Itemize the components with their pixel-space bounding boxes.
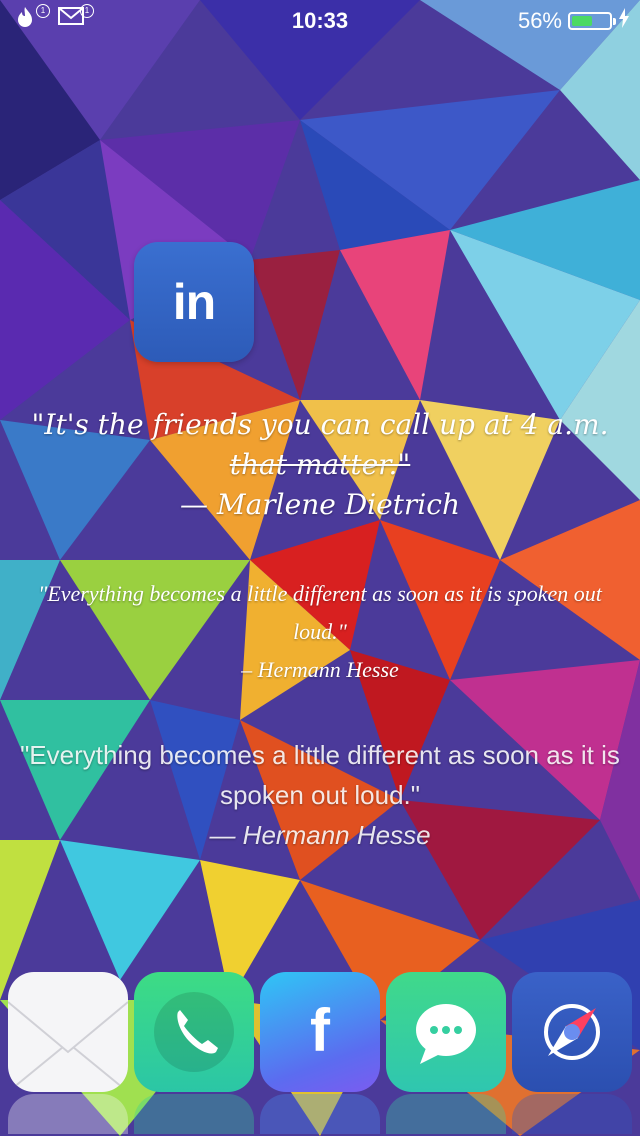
facebook-f-icon: f bbox=[310, 997, 330, 1064]
status-bar: 1 1 10:33 56% bbox=[0, 0, 640, 40]
quote-2-text: "Everything becomes a little different a… bbox=[38, 581, 602, 644]
facebook-app-icon[interactable]: f bbox=[260, 972, 380, 1092]
dock-reflection bbox=[386, 1094, 506, 1134]
messages-app-icon[interactable] bbox=[386, 972, 506, 1092]
status-right: 56% bbox=[518, 8, 630, 34]
phone-icon bbox=[154, 992, 234, 1072]
quote-widget-1: "It's the friends you can call up at 4 a… bbox=[0, 405, 640, 525]
quote-3-author: — Hermann Hesse bbox=[209, 820, 431, 850]
mail-app-icon[interactable] bbox=[8, 972, 128, 1092]
battery-percent: 56% bbox=[517, 8, 562, 33]
battery-icon bbox=[568, 12, 616, 30]
linkedin-app-icon[interactable]: in bbox=[134, 242, 254, 362]
dock-reflection bbox=[134, 1094, 254, 1134]
safari-app-icon[interactable] bbox=[512, 972, 632, 1092]
quote-1-line1: "It's the friends you can call up at 4 a… bbox=[31, 408, 609, 441]
quote-1-line2: that matter." bbox=[229, 448, 411, 481]
dock-reflection bbox=[260, 1094, 380, 1134]
bolt-icon bbox=[618, 8, 630, 34]
compass-icon bbox=[544, 1004, 600, 1060]
dock-reflection bbox=[8, 1094, 128, 1134]
quote-3-text: "Everything becomes a little different a… bbox=[20, 740, 620, 810]
quote-widget-3: "Everything becomes a little different a… bbox=[0, 735, 640, 855]
linkedin-glyph: in bbox=[172, 274, 216, 330]
quote-1-author: — Marlene Dietrich bbox=[180, 488, 460, 521]
quote-2-author: – Hermann Hesse bbox=[241, 657, 399, 682]
quote-widget-2: "Everything becomes a little different a… bbox=[0, 575, 640, 689]
envelope-icon bbox=[8, 1001, 128, 1092]
dock: f bbox=[0, 972, 640, 1136]
dock-reflection bbox=[512, 1094, 632, 1134]
chat-bubble-icon bbox=[416, 1004, 476, 1064]
phone-app-icon[interactable] bbox=[134, 972, 254, 1092]
wallpaper bbox=[0, 0, 640, 1136]
battery-fill bbox=[572, 16, 593, 26]
